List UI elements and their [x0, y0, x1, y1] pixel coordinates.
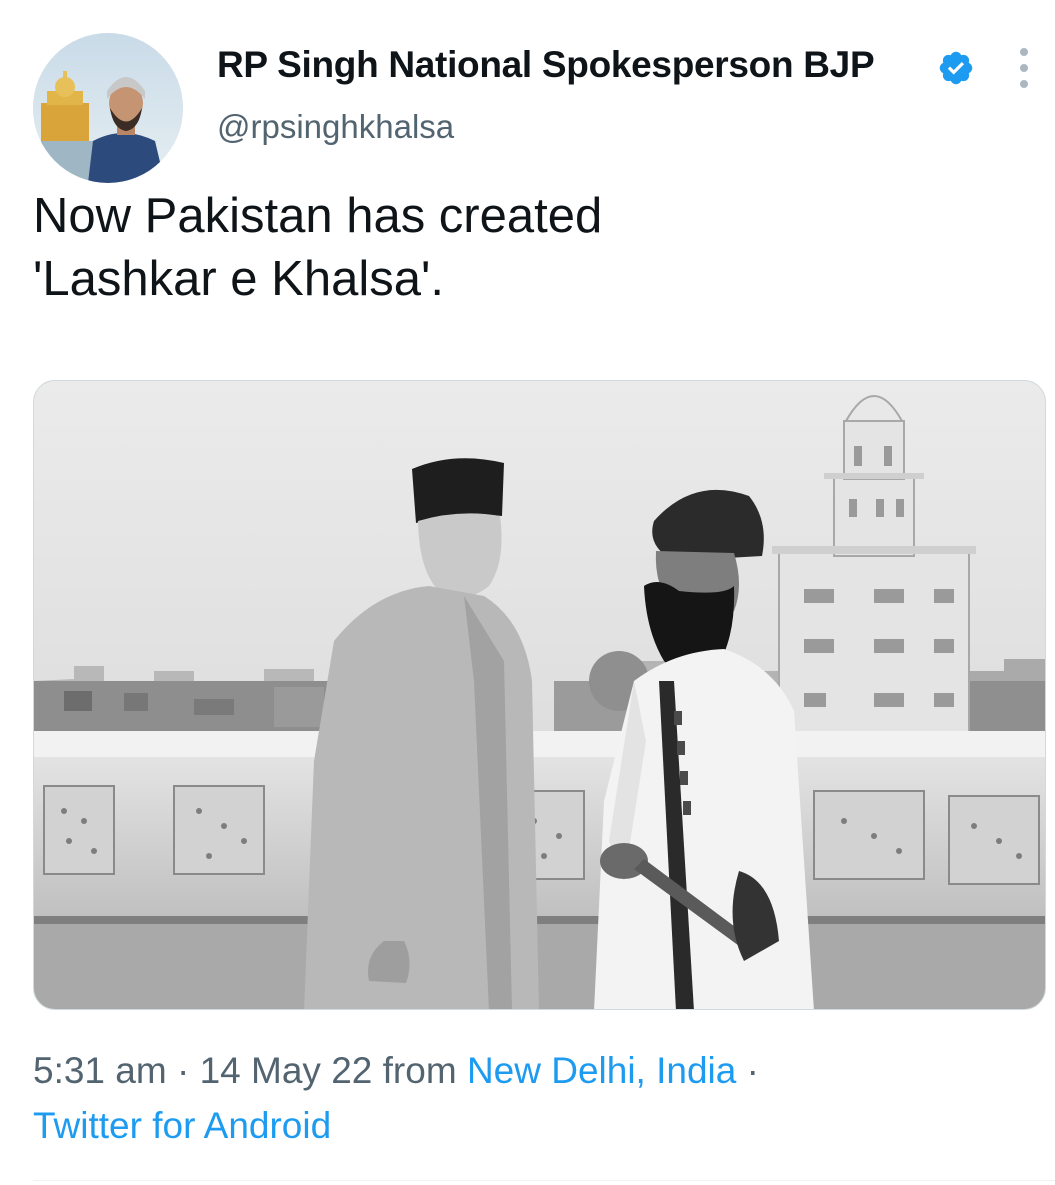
tweet-text: Now Pakistan has created 'Lashkar e Khal…	[33, 185, 1013, 311]
verified-badge-icon	[939, 51, 973, 85]
tweet-text-line: 'Lashkar e Khalsa'.	[33, 252, 444, 306]
avatar[interactable]	[33, 33, 183, 183]
location-link[interactable]: New Delhi, India	[467, 1050, 736, 1091]
author-display-name[interactable]: RP Singh National Spokesperson BJP	[217, 44, 875, 86]
tweet-photo[interactable]	[33, 380, 1046, 1010]
source-link[interactable]: Twitter for Android	[33, 1102, 331, 1150]
tweet-text-line: Now Pakistan has created	[33, 189, 603, 243]
tweet-date[interactable]: 14 May 22	[200, 1050, 373, 1091]
more-vertical-icon-dot	[1020, 80, 1028, 88]
divider	[33, 1180, 1055, 1181]
black-and-white-photo	[34, 381, 1045, 1009]
author-handle[interactable]: @rpsinghkhalsa	[217, 108, 454, 146]
more-options-button[interactable]	[1010, 48, 1038, 88]
profile-avatar-image	[33, 33, 183, 183]
meta-separator-trailing: ·	[746, 1050, 759, 1091]
tweet-meta: 5:31 am · 14 May 22 from New Delhi, Indi…	[33, 1047, 759, 1095]
tweet-time[interactable]: 5:31 am	[33, 1050, 167, 1091]
more-vertical-icon	[1020, 48, 1028, 56]
more-vertical-icon-dot	[1020, 64, 1028, 72]
from-label: from	[382, 1050, 457, 1091]
meta-separator: ·	[176, 1050, 190, 1091]
